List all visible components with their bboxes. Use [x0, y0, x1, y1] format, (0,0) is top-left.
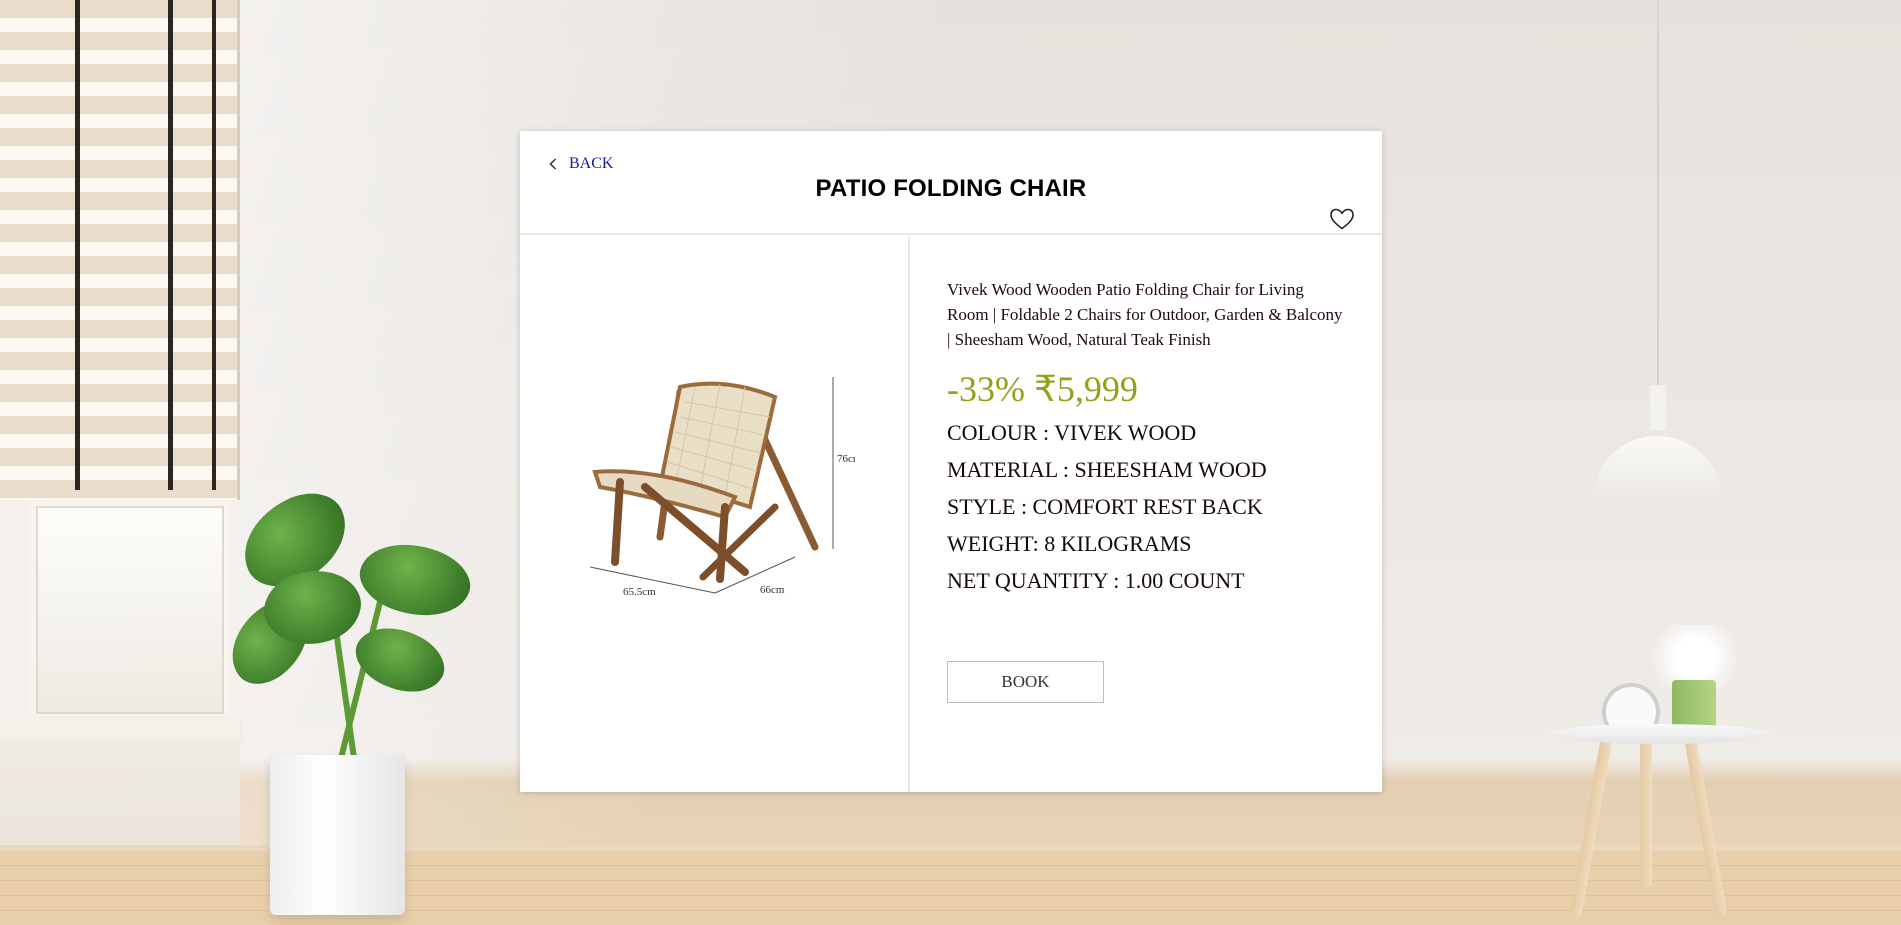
- wall-base: [0, 739, 240, 925]
- flowers: [1640, 625, 1750, 690]
- column-divider: [908, 237, 910, 792]
- lamp-neck: [1650, 385, 1666, 430]
- plant-stem: [338, 581, 388, 759]
- page-title: PATIO FOLDING CHAIR: [815, 175, 1087, 202]
- plant-leaf: [346, 611, 454, 709]
- table-leg: [1569, 738, 1613, 918]
- product-price: -33% ₹5,999: [947, 369, 1138, 409]
- plant-leaf: [351, 528, 479, 632]
- pendant-lamp: [1592, 436, 1722, 502]
- book-button[interactable]: BOOK: [947, 661, 1104, 703]
- flower-vase: [1672, 680, 1716, 740]
- back-button[interactable]: BACK: [549, 153, 613, 175]
- window-wall: [0, 0, 240, 925]
- lamp-cord: [1657, 0, 1659, 390]
- product-card: BACK PATIO FOLDING CHAIR 76c 65.5cm 66cm…: [520, 131, 1382, 792]
- card-body: 76cm 65.5cm 66cm Vivek Wood Wooden Patio…: [520, 237, 1382, 792]
- blind-cord: [212, 0, 216, 490]
- window-pane: [30, 500, 230, 720]
- card-header: BACK PATIO FOLDING CHAIR: [520, 131, 1382, 235]
- depth-label: 66cm: [760, 584, 785, 596]
- plant-leaf: [214, 588, 326, 697]
- heart-icon[interactable]: [1329, 207, 1355, 231]
- table-leg: [1640, 738, 1652, 888]
- plant-leaf: [259, 562, 366, 653]
- plant-pot: [270, 755, 405, 915]
- product-image: 76cm 65.5cm 66cm: [575, 357, 862, 612]
- spec-colour: COLOUR : VIVEK WOOD: [947, 420, 1197, 445]
- window-blinds: [0, 0, 240, 500]
- window-sill: [0, 715, 240, 739]
- clock-icon: [1602, 683, 1660, 741]
- side-table: [1550, 724, 1770, 744]
- height-label: 76cm: [837, 453, 855, 465]
- product-description: Vivek Wood Wooden Patio Folding Chair fo…: [947, 280, 1343, 349]
- spec-weight: WEIGHT: 8 KILOGRAMS: [947, 531, 1192, 556]
- back-label: BACK: [569, 155, 614, 172]
- baseboard: [0, 845, 1901, 851]
- blind-cord: [168, 0, 173, 490]
- spec-style: STYLE : COMFORT REST BACK: [947, 494, 1263, 519]
- spec-net-quantity: NET QUANTITY : 1.00 COUNT: [947, 568, 1245, 593]
- spec-material: MATERIAL : SHEESHAM WOOD: [947, 457, 1267, 482]
- blind-cord: [75, 0, 80, 490]
- chevron-left-icon: [549, 158, 557, 170]
- product-info: Vivek Wood Wooden Patio Folding Chair fo…: [947, 277, 1347, 599]
- width-label: 65.5cm: [623, 586, 656, 598]
- plant-leaf: [228, 480, 362, 600]
- plant-stem: [328, 600, 358, 760]
- wooden-floor: [0, 851, 1901, 925]
- table-leg: [1684, 738, 1728, 918]
